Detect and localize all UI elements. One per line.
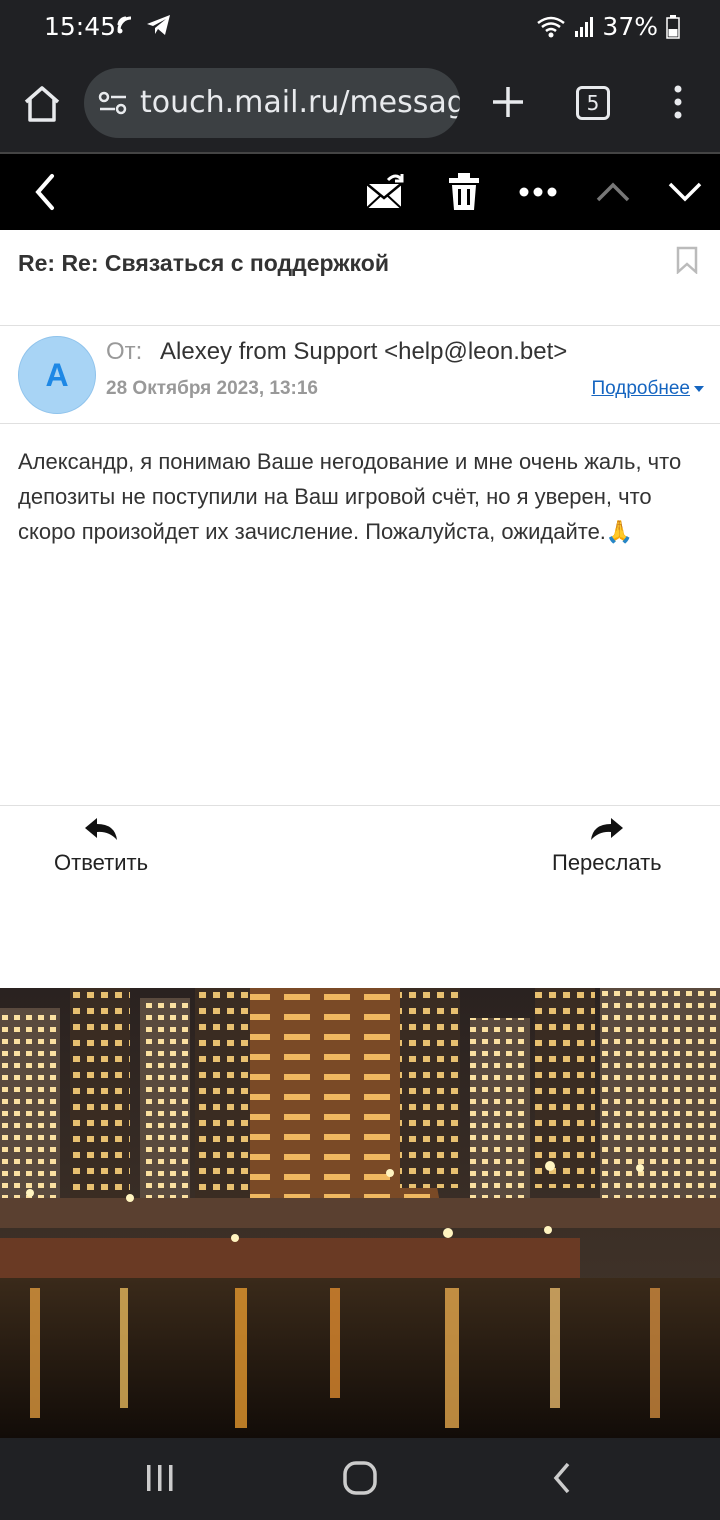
- address-bar[interactable]: touch.mail.ru/message: [84, 68, 460, 138]
- details-link[interactable]: Подробнее: [591, 378, 704, 400]
- trash-icon: [449, 173, 479, 210]
- chevron-up-icon: [596, 182, 630, 202]
- reply-button[interactable]: Ответить: [54, 816, 148, 876]
- back-button[interactable]: [24, 168, 64, 216]
- tab-count: 5: [586, 91, 600, 115]
- signal-booster-icon: [117, 16, 132, 34]
- chevron-left-icon: [35, 174, 54, 210]
- status-time: 15:45: [44, 12, 117, 41]
- home-icon[interactable]: [20, 82, 64, 126]
- browser-toolbar: touch.mail.ru/message 5: [0, 52, 720, 152]
- sender-info: A От: Alexey from Support <help@leon.bet…: [0, 326, 720, 424]
- message-subject: Re: Re: Связаться с поддержкой: [18, 250, 389, 276]
- battery-icon: [666, 14, 680, 39]
- next-message-button[interactable]: [664, 168, 706, 216]
- forward-arrow-icon: [590, 818, 623, 840]
- system-navigation-bar: [0, 1438, 720, 1520]
- footer-banner-image: [0, 988, 720, 1438]
- subject-header: Re: Re: Связаться с поддержкой: [0, 230, 720, 326]
- forward-label: Переслать: [552, 850, 662, 875]
- battery-percent: 37%: [602, 12, 658, 41]
- chevron-down-icon: [668, 182, 702, 202]
- sent-date: 28 Октября 2023, 13:16: [106, 378, 318, 399]
- site-settings-icon[interactable]: [98, 90, 128, 116]
- recent-apps-icon[interactable]: [144, 1462, 176, 1494]
- reply-label: Ответить: [54, 850, 149, 875]
- status-right: 37%: [536, 12, 680, 41]
- details-link-label: Подробнее: [591, 378, 690, 399]
- envelope-swap-icon: [366, 174, 404, 209]
- praying-hands-emoji: 🙏: [605, 519, 634, 544]
- wifi-icon: [537, 16, 566, 37]
- mark-unread-button[interactable]: [362, 168, 408, 216]
- previous-message-button[interactable]: [592, 168, 634, 216]
- avatar: A: [18, 336, 96, 414]
- telegram-icon: [147, 15, 170, 35]
- mail-toolbar: [0, 152, 720, 230]
- sender-address[interactable]: Alexey from Support <help@leon.bet>: [160, 338, 567, 366]
- notification-icons: [116, 14, 172, 36]
- more-button[interactable]: [516, 168, 560, 216]
- back-nav-icon[interactable]: [550, 1460, 574, 1496]
- url-text[interactable]: touch.mail.ru/message: [140, 85, 460, 120]
- delete-button[interactable]: [444, 168, 484, 216]
- message-actions: Ответить Переслать: [0, 805, 720, 905]
- browser-menu-icon[interactable]: [664, 82, 692, 122]
- message-body: Александр, я понимаю Ваше негодование и …: [18, 444, 708, 549]
- night-cityscape-image: [0, 988, 720, 1438]
- from-label: От:: [106, 338, 143, 365]
- more-dots-icon: [519, 187, 557, 197]
- bookmark-icon[interactable]: [676, 246, 698, 274]
- forward-button[interactable]: Переслать: [552, 816, 662, 876]
- status-bar: 15:45 37%: [0, 0, 720, 52]
- reply-arrow-icon: [85, 818, 118, 840]
- new-tab-plus-icon[interactable]: [488, 82, 528, 122]
- message-text: Александр, я понимаю Ваше негодование и …: [18, 449, 682, 544]
- home-nav-icon[interactable]: [342, 1460, 378, 1496]
- tab-switcher-button[interactable]: 5: [576, 86, 610, 120]
- cell-signal-icon: [575, 16, 594, 37]
- caret-down-icon: [694, 386, 704, 392]
